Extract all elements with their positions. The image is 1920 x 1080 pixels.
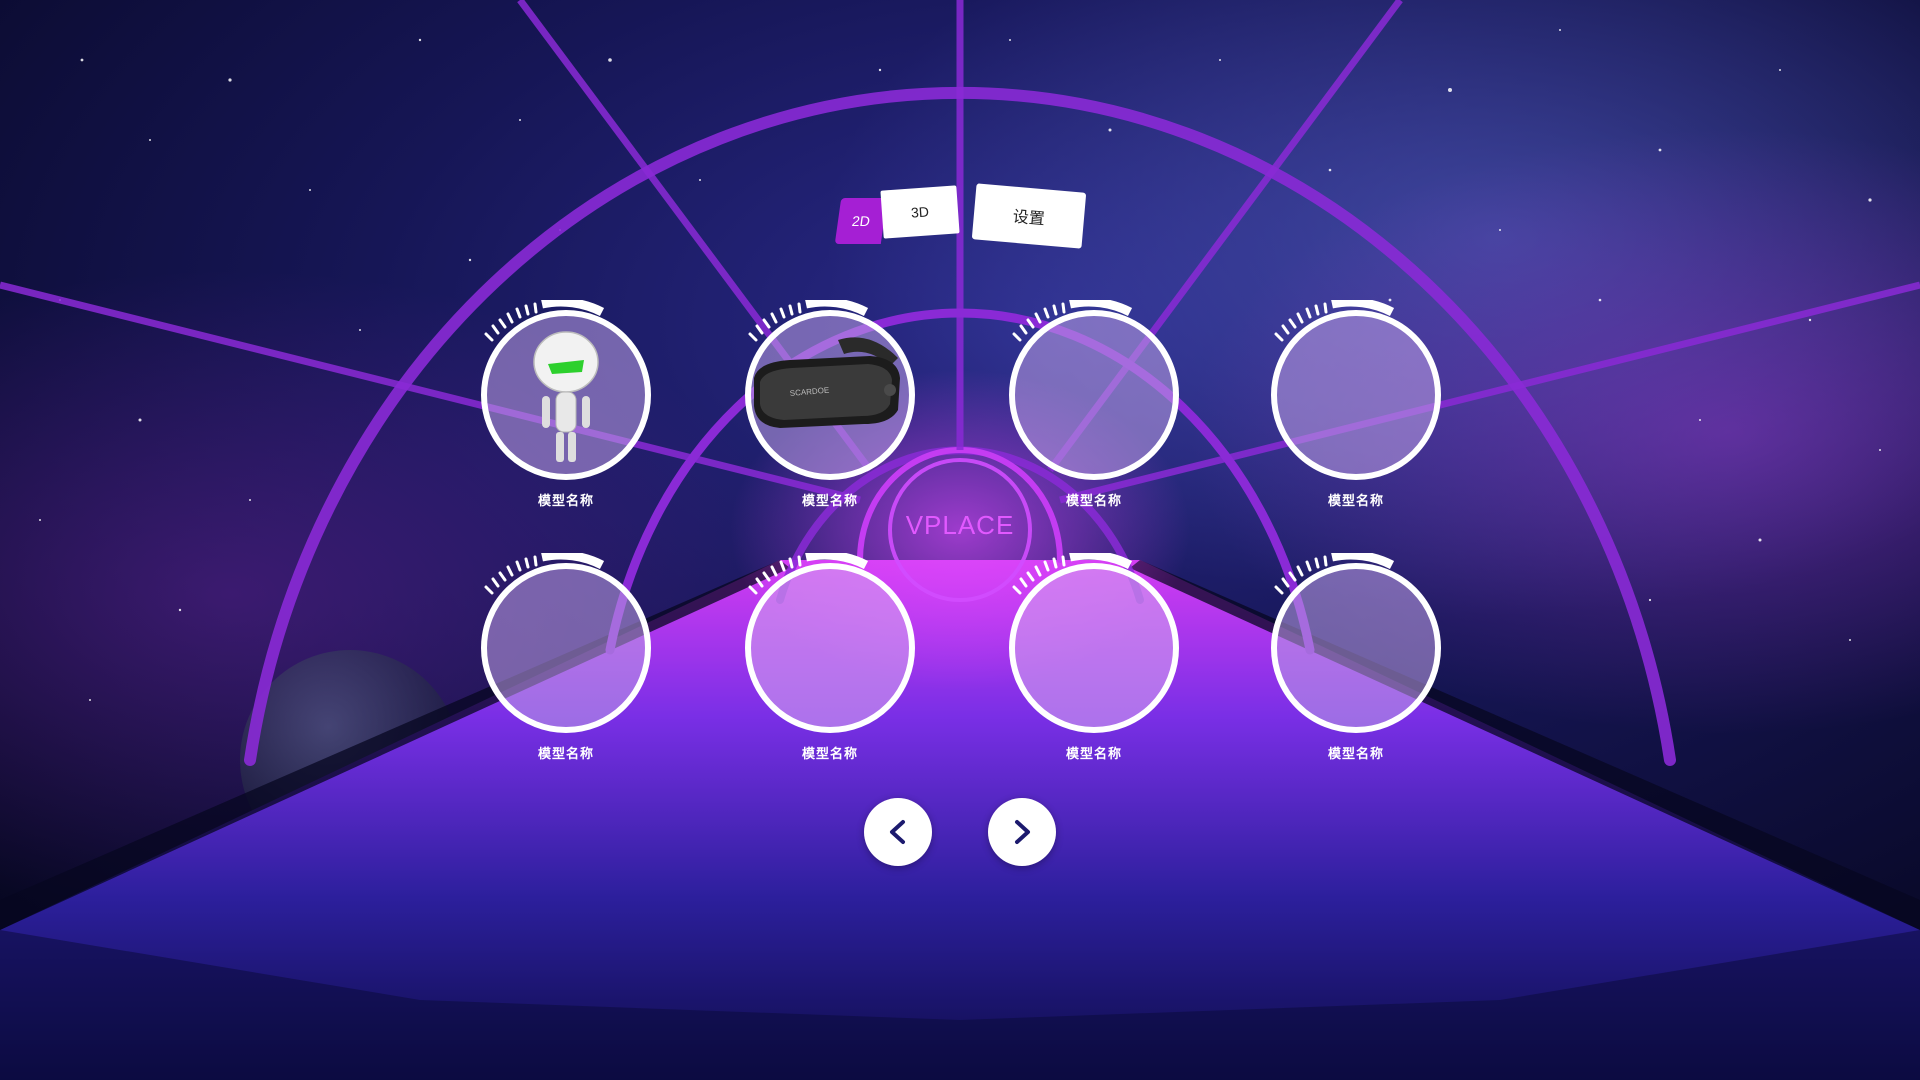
model-name: 模型名称 [537,746,594,761]
model-card[interactable]: SCARDOE 模型名称 [740,300,920,530]
tab-3d[interactable]: 3D [880,185,960,239]
model-thumbnail-frame [1271,553,1441,733]
model-card[interactable]: 模型名称 [1266,553,1446,783]
model-thumbnail-frame [1009,553,1179,733]
model-name: 模型名称 [1065,493,1122,508]
model-name: 模型名称 [1327,493,1384,508]
model-thumbnail-frame [481,300,651,480]
next-page-button[interactable] [988,798,1056,866]
model-thumbnail-frame [745,553,915,733]
prev-page-button[interactable] [864,798,932,866]
tab-settings[interactable]: 设置 [971,183,1087,249]
model-name: 模型名称 [801,746,858,761]
model-card[interactable]: 模型名称 [476,553,656,783]
mode-tabs: 2D 3D 设置 [834,183,1088,256]
main-ui: 2D 3D 设置 VPLACE 模型名称 SCARDOE 模型名称 模型名称 模… [0,0,1920,1080]
model-name: 模型名称 [1327,746,1384,761]
tab-2d-label: 2D [850,213,872,229]
model-name: 模型名称 [801,493,858,508]
model-thumbnail-frame: SCARDOE [745,300,915,480]
model-card[interactable]: 模型名称 [476,300,656,530]
model-card[interactable]: 模型名称 [1004,300,1184,530]
model-thumbnail-frame [1271,300,1441,480]
chevron-left-icon [890,820,905,844]
chevron-right-icon [1015,820,1030,844]
model-thumbnail-frame [481,553,651,733]
tab-2d[interactable]: 2D [834,198,888,244]
model-thumbnail-frame [1009,300,1179,480]
tab-settings-label: 设置 [1012,208,1046,229]
model-card[interactable]: 模型名称 [1266,300,1446,530]
model-card[interactable]: 模型名称 [740,553,920,783]
model-name: 模型名称 [537,493,594,508]
model-name: 模型名称 [1065,746,1122,761]
tab-3d-label: 3D [910,203,930,221]
model-card[interactable]: 模型名称 [1004,553,1184,783]
